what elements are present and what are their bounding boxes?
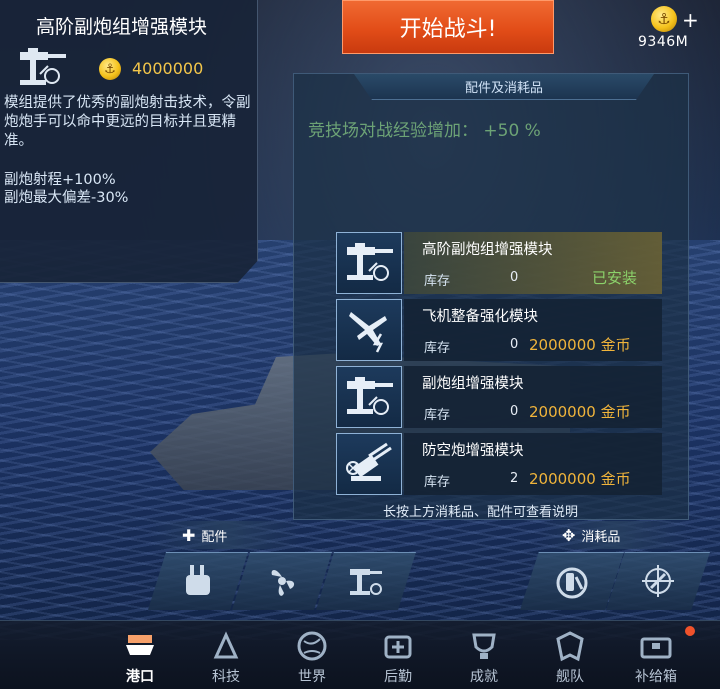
module-row[interactable]: 副炮组增强模块 库存 0 2000000 金币 [336,366,666,428]
module-name: 副炮组增强模块 [422,376,524,392]
arena-exp-bonus: 竞技场对战经验增加： +50 % [308,121,541,141]
module-price: 2000000 金币 [529,470,631,488]
nav-item-supply-box[interactable]: 补给箱 [620,621,692,689]
nav-label: 舰队 [556,669,584,685]
aircraft-module-icon [349,312,387,353]
parts-consumables-panel: 配件及消耗品 竞技场对战经验增加： +50 % 高阶副炮组增强模块 库存 0 已… [293,73,689,520]
module-body: 飞机整备强化模块 库存 0 2000000 金币 [404,299,662,361]
stock-count: 2 [510,471,519,486]
nav-label: 后勤 [384,669,412,685]
module-body: 防空炮增强模块 库存 2 2000000 金币 [404,433,662,495]
nav-item-world[interactable]: 世界 [276,621,348,689]
parts-hint-text: 长按上方消耗品、配件可查看说明 [383,505,579,520]
nav-item-harbor[interactable]: 港口 [104,621,176,689]
module-icon-frame [336,433,402,495]
bottom-nav: 港口 科技 世界 后勤 成就 舰队 补给箱 [0,620,720,689]
secondary-gun-module-icon [347,377,393,415]
nav-label: 补给箱 [635,669,677,685]
module-price: 2000000 金币 [529,336,631,354]
secondary-gun-module-icon [20,48,66,85]
module-icon-frame [336,232,402,294]
module-info-title: 高阶副炮组增强模块 [36,16,208,38]
add-currency-button[interactable]: + [682,8,699,32]
module-icon-frame [336,366,402,428]
parts-slot-tab[interactable]: ✚ 配件 [150,521,300,549]
propeller-icon [271,570,295,596]
stock-label: 库存 [424,408,451,423]
module-name: 飞机整备强化模块 [422,309,538,325]
stock-label: 库存 [424,274,451,289]
target-crosshair-icon [642,565,674,597]
start-battle-button[interactable]: 开始战斗! [342,0,554,54]
achievement-icon [472,633,496,659]
anti-air-module-icon [346,442,392,481]
secondary-gun-icon [350,569,382,595]
notification-dot [685,626,695,636]
consumables-icon: ✥ [562,525,576,545]
parts-panel-header: 配件及消耗品 [354,74,654,100]
module-info-panel: 高阶副炮组增强模块 ⚓ 4000000 模组提供了优秀的副炮射击技术，令副炮炮手… [0,0,258,283]
nav-label: 成就 [470,669,498,685]
parts-slot-label: 配件 [201,529,228,545]
module-name: 防空炮增强模块 [422,443,524,459]
logistics-icon [384,635,412,659]
stock-count: 0 [510,404,519,419]
stock-count: 0 [510,337,519,352]
module-price: 2000000 金币 [529,403,631,421]
harbor-icon [126,635,154,655]
tech-icon [213,631,239,659]
module-icon-frame [336,299,402,361]
module-body: 副炮组增强模块 库存 0 2000000 金币 [404,366,662,428]
installed-status: 已安装 [592,269,638,287]
wrench-plus-icon: ✚ [182,525,196,545]
module-row[interactable]: 飞机整备强化模块 库存 0 2000000 金币 [336,299,666,361]
supply-box-icon [640,637,672,659]
nav-item-tech[interactable]: 科技 [190,621,262,689]
nav-item-achievement[interactable]: 成就 [448,621,520,689]
module-info-stat: 副炮最大偏差-30% [4,190,129,206]
damage-control-icon [186,565,210,595]
consumables-slot-label: 消耗品 [581,529,621,545]
module-row[interactable]: 防空炮增强模块 库存 2 2000000 金币 [336,433,666,495]
stock-count: 0 [510,270,519,285]
nav-label: 世界 [298,669,326,685]
currency-amount: 9346M [638,34,689,50]
fleet-icon [556,631,584,662]
module-row[interactable]: 高阶副炮组增强模块 库存 0 已安装 [336,232,666,294]
repair-kit-icon [556,567,588,599]
module-info-description: 模组提供了优秀的副炮射击技术，令副炮炮手可以命中更远的目标并且更精准。 [4,95,251,149]
stock-label: 库存 [424,341,451,356]
gold-coin-icon: ⚓ [99,58,121,80]
secondary-gun-module-icon [347,243,393,281]
module-body: 高阶副炮组增强模块 库存 0 已安装 [404,232,662,294]
world-icon [297,631,327,661]
nav-label: 科技 [212,669,240,685]
module-info-price: 4000000 [132,59,204,78]
nav-item-logistics[interactable]: 后勤 [362,621,434,689]
module-name: 高阶副炮组增强模块 [422,242,553,258]
gold-anchor-coin-icon: ⚓ [651,6,677,32]
consumables-slot-tab[interactable]: ✥ 消耗品 [540,521,690,549]
stock-label: 库存 [424,475,451,490]
nav-label: 港口 [126,669,154,685]
nav-item-fleet[interactable]: 舰队 [534,621,606,689]
